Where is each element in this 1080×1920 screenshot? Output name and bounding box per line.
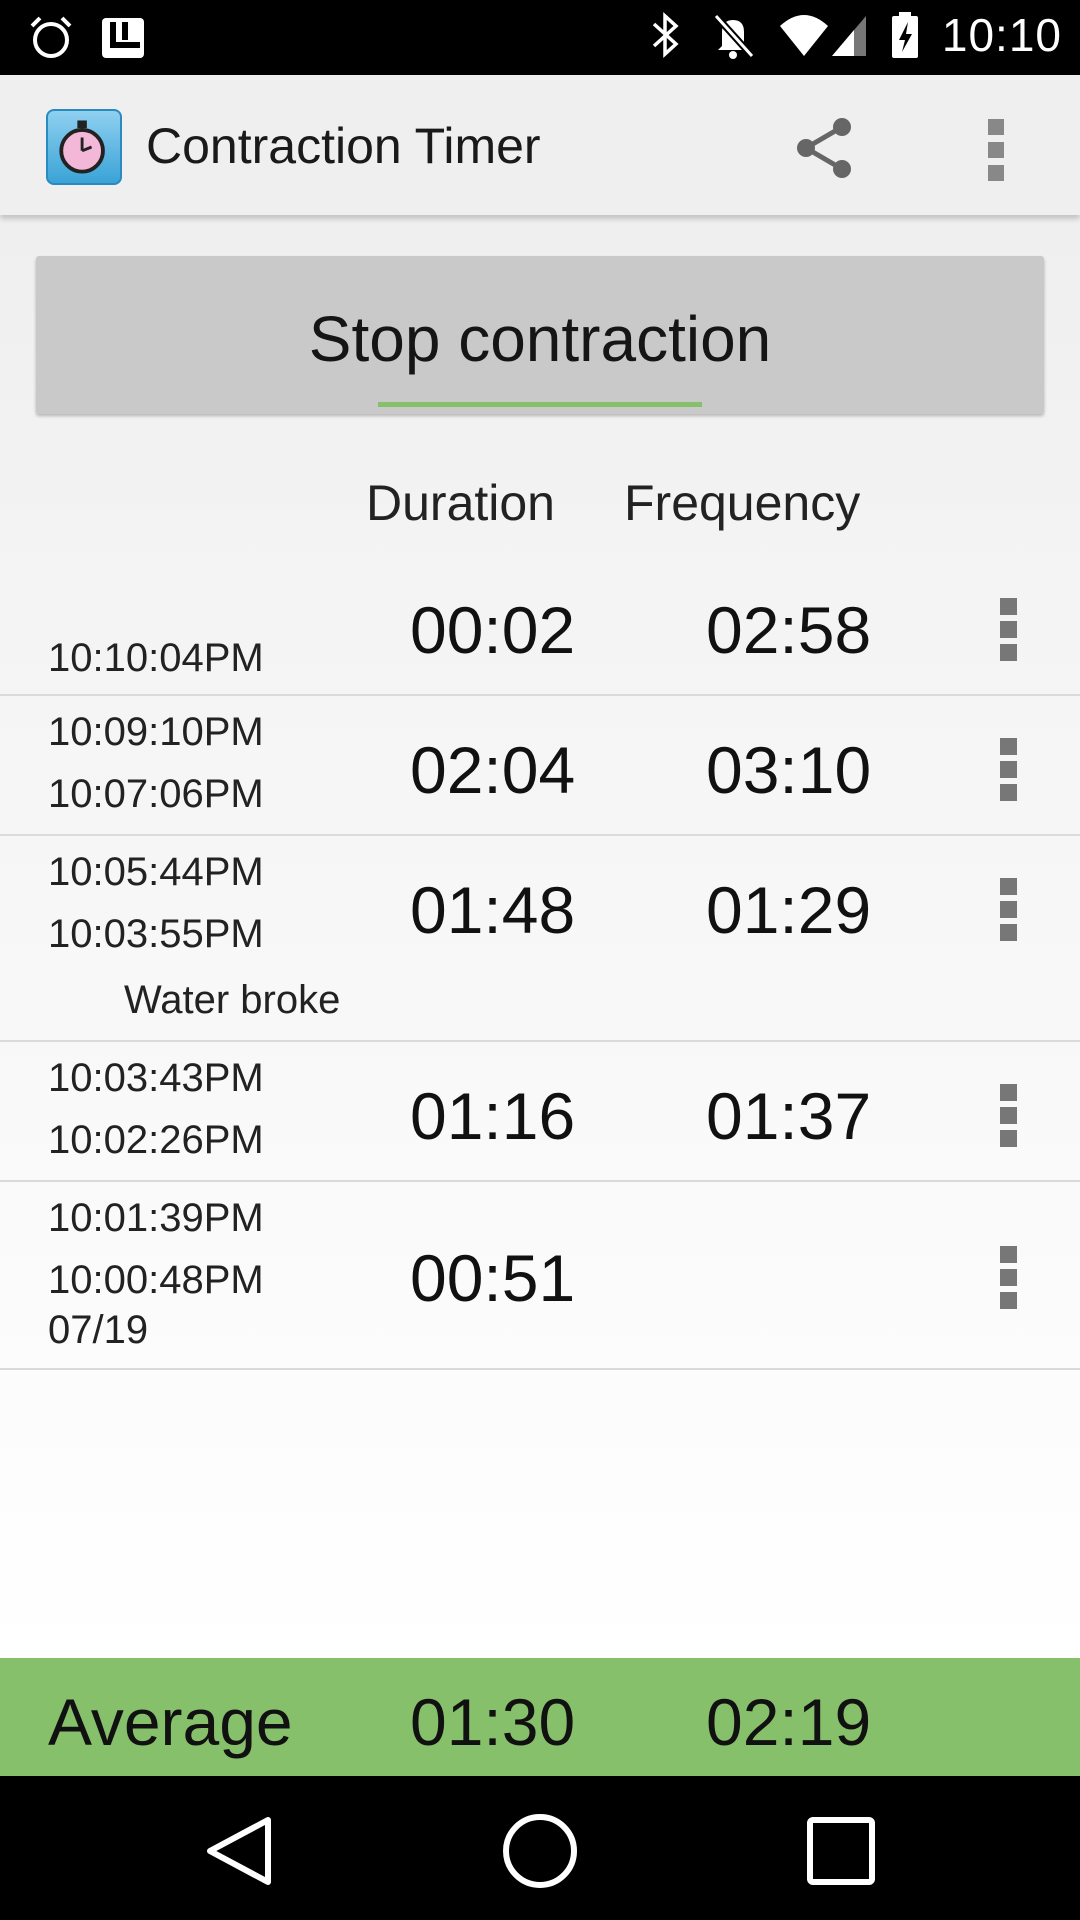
stop-contraction-button[interactable]: Stop contraction	[36, 256, 1044, 414]
overflow-menu-icon[interactable]	[970, 115, 1024, 185]
frequency-value: 03:10	[706, 733, 872, 807]
duration-value: 01:16	[410, 1079, 576, 1153]
average-frequency: 02:19	[706, 1685, 872, 1759]
start-time: 10:02:26PM	[48, 1118, 264, 1162]
launcher-icon	[102, 18, 144, 58]
end-time: 10:09:10PM	[48, 710, 264, 754]
average-duration: 01:30	[410, 1685, 576, 1759]
contraction-row[interactable]: 10:05:44PM 10:03:55PM 01:48 01:29 Water …	[0, 836, 1080, 1042]
duration-value: 02:04	[410, 733, 576, 807]
clock-time: 10:10	[941, 9, 1062, 61]
duration-value: 00:02	[410, 593, 576, 667]
muted-bell-icon	[713, 13, 755, 59]
contraction-row[interactable]: 10:10:04PM 00:02 02:58	[0, 556, 1080, 696]
bluetooth-icon	[652, 12, 679, 58]
stop-contraction-label: Stop contraction	[308, 303, 772, 375]
app-title: Contraction Timer	[146, 118, 541, 174]
status-bar: 10:10	[0, 0, 1080, 75]
duration-header: Duration	[366, 475, 555, 531]
alarm-icon	[30, 16, 72, 58]
contraction-row[interactable]: 10:01:39PM 10:00:48PM 00:51 07/19	[0, 1182, 1080, 1370]
contraction-row[interactable]: 10:09:10PM 10:07:06PM 02:04 03:10	[0, 696, 1080, 836]
start-time: 10:10:04PM	[48, 636, 264, 680]
row-menu-icon[interactable]	[1000, 598, 1020, 661]
battery-icon	[891, 12, 918, 58]
row-menu-icon[interactable]	[1000, 1246, 1020, 1309]
row-menu-icon[interactable]	[1000, 1084, 1020, 1147]
contraction-note: Water broke	[124, 978, 341, 1022]
recents-icon[interactable]	[796, 1806, 886, 1896]
start-time: 10:07:06PM	[48, 772, 264, 816]
end-time: 10:05:44PM	[48, 850, 264, 894]
home-icon[interactable]	[495, 1806, 585, 1896]
end-time: 10:03:43PM	[48, 1056, 264, 1100]
average-label: Average	[48, 1685, 293, 1759]
wifi-icon	[779, 15, 866, 56]
frequency-value: 01:29	[706, 873, 872, 947]
stopwatch-app-icon	[46, 109, 122, 185]
back-icon[interactable]	[194, 1806, 284, 1896]
frequency-value: 02:58	[706, 593, 872, 667]
navigation-bar	[0, 1776, 1080, 1920]
app-bar: Contraction Timer	[0, 75, 1080, 215]
duration-value: 01:48	[410, 873, 576, 947]
row-menu-icon[interactable]	[1000, 738, 1020, 801]
active-indicator	[378, 402, 702, 407]
duration-value: 00:51	[410, 1241, 576, 1315]
contraction-row[interactable]: 10:03:43PM 10:02:26PM 01:16 01:37	[0, 1042, 1080, 1182]
start-time: 10:00:48PM	[48, 1258, 264, 1302]
row-menu-icon[interactable]	[1000, 878, 1020, 941]
average-bar: Average 01:30 02:19	[0, 1658, 1080, 1776]
start-time: 10:03:55PM	[48, 912, 264, 956]
frequency-header: Frequency	[624, 475, 861, 531]
frequency-value: 01:37	[706, 1079, 872, 1153]
share-icon[interactable]	[790, 113, 860, 183]
end-time: 10:01:39PM	[48, 1196, 264, 1240]
contraction-date: 07/19	[48, 1308, 149, 1352]
